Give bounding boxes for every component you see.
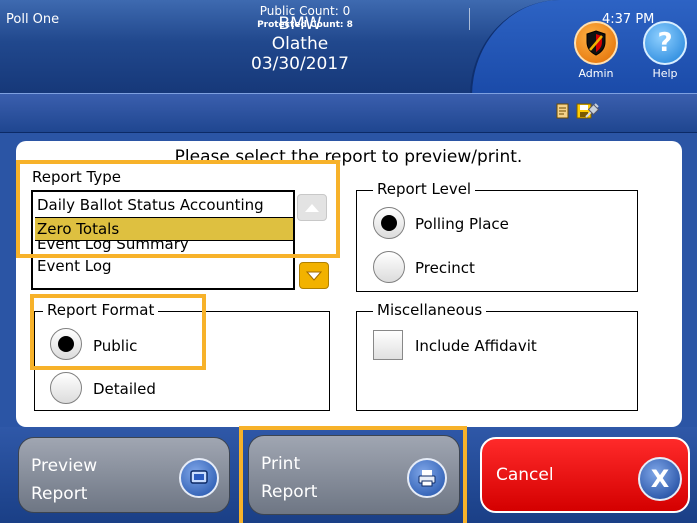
help-button[interactable]: ? Help	[640, 21, 690, 80]
polling-place-label: Polling Place	[415, 215, 509, 233]
include-affidavit-checkbox[interactable]	[373, 330, 403, 360]
printer-icon	[407, 458, 447, 498]
document-icon	[556, 103, 570, 123]
plug-icon	[583, 102, 601, 124]
miscellaneous-title: Miscellaneous	[373, 301, 487, 319]
print-line1: Print	[261, 454, 301, 474]
cancel-button[interactable]: Cancel X	[480, 437, 690, 513]
radio-selected-dot	[381, 215, 397, 231]
monitor-icon	[179, 458, 219, 498]
admin-label: Admin	[578, 67, 614, 80]
poll-name: Poll One	[6, 12, 60, 27]
status-divider	[469, 8, 470, 30]
scroll-down-button[interactable]	[299, 262, 329, 289]
count-display: Public Count: 0 Protected Count: 8	[230, 4, 380, 31]
precinct-label: Precinct	[415, 259, 475, 277]
chevron-down-icon	[306, 271, 322, 281]
radio-detailed[interactable]	[50, 372, 82, 404]
election-date: 03/30/2017	[251, 54, 349, 74]
print-report-button[interactable]: Print Report	[248, 435, 460, 515]
clock: 4:37 PM	[602, 12, 655, 27]
miscellaneous-group: Miscellaneous	[356, 301, 638, 411]
question-icon: ?	[643, 21, 687, 65]
preview-report-button[interactable]: Preview Report	[18, 437, 230, 513]
help-glyph: ?	[657, 28, 673, 58]
close-icon: X	[638, 457, 682, 501]
print-report-text: Print Report	[261, 450, 317, 506]
detailed-label: Detailed	[93, 380, 156, 398]
close-glyph: X	[650, 465, 670, 493]
preview-line2: Report	[31, 484, 88, 504]
include-affidavit-label: Include Affidavit	[415, 337, 537, 355]
admin-button[interactable]: Admin	[571, 21, 621, 80]
shield-icon	[574, 21, 618, 65]
print-line2: Report	[261, 482, 318, 502]
protected-count: Protected Count: 8	[257, 20, 353, 30]
location-name: Olathe	[271, 34, 329, 54]
preview-report-text: Preview Report	[31, 452, 97, 508]
preview-line1: Preview	[31, 456, 98, 476]
report-type-highlight	[16, 160, 340, 258]
report-level-title: Report Level	[373, 180, 476, 198]
radio-precinct[interactable]	[373, 251, 405, 283]
radio-polling-place[interactable]	[373, 207, 405, 239]
public-count: Public Count: 0	[259, 4, 351, 18]
cancel-label: Cancel	[496, 465, 554, 485]
report-format-highlight	[30, 294, 206, 370]
help-label: Help	[652, 67, 678, 80]
